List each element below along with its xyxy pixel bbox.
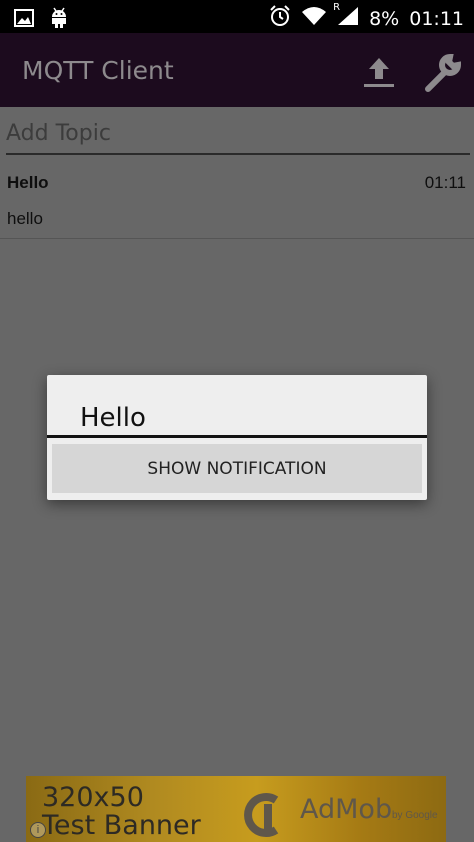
- add-topic-input[interactable]: [6, 115, 470, 151]
- message-dialog: Hello SHOW NOTIFICATION: [47, 375, 427, 500]
- ad-test-label: Test Banner: [42, 810, 201, 841]
- ad-info-icon[interactable]: i: [30, 822, 46, 838]
- roaming-indicator: R: [333, 2, 341, 13]
- message-body: hello: [7, 209, 43, 228]
- wifi-icon: [301, 6, 327, 31]
- upload-icon[interactable]: [362, 55, 396, 89]
- app-title: MQTT Client: [22, 56, 174, 85]
- android-icon: [50, 7, 68, 34]
- battery-percent: 8%: [369, 7, 400, 30]
- add-topic-field[interactable]: [6, 115, 470, 155]
- ad-brand: AdMob: [300, 794, 393, 825]
- status-bar: R 8% 01:11: [0, 0, 474, 33]
- show-notification-button[interactable]: SHOW NOTIFICATION: [52, 444, 422, 493]
- image-icon: [14, 9, 34, 32]
- message-time: 01:11: [424, 173, 466, 192]
- ad-banner[interactable]: 320x50 Test Banner AdMob by Google i: [26, 776, 446, 842]
- dialog-title: Hello: [80, 403, 146, 433]
- app-bar: MQTT Client: [0, 33, 474, 107]
- alarm-icon: [269, 5, 291, 32]
- message-topic: Hello: [7, 173, 49, 192]
- admob-logo-icon: [238, 790, 286, 838]
- message-item[interactable]: Hello 01:11 hello: [0, 167, 474, 239]
- clock: 01:11: [409, 7, 464, 30]
- ad-size-label: 320x50: [42, 782, 144, 813]
- ad-by-google: by Google: [392, 810, 438, 821]
- dialog-divider: [47, 435, 427, 438]
- signal-icon: R: [333, 2, 359, 31]
- wrench-icon[interactable]: [420, 51, 464, 95]
